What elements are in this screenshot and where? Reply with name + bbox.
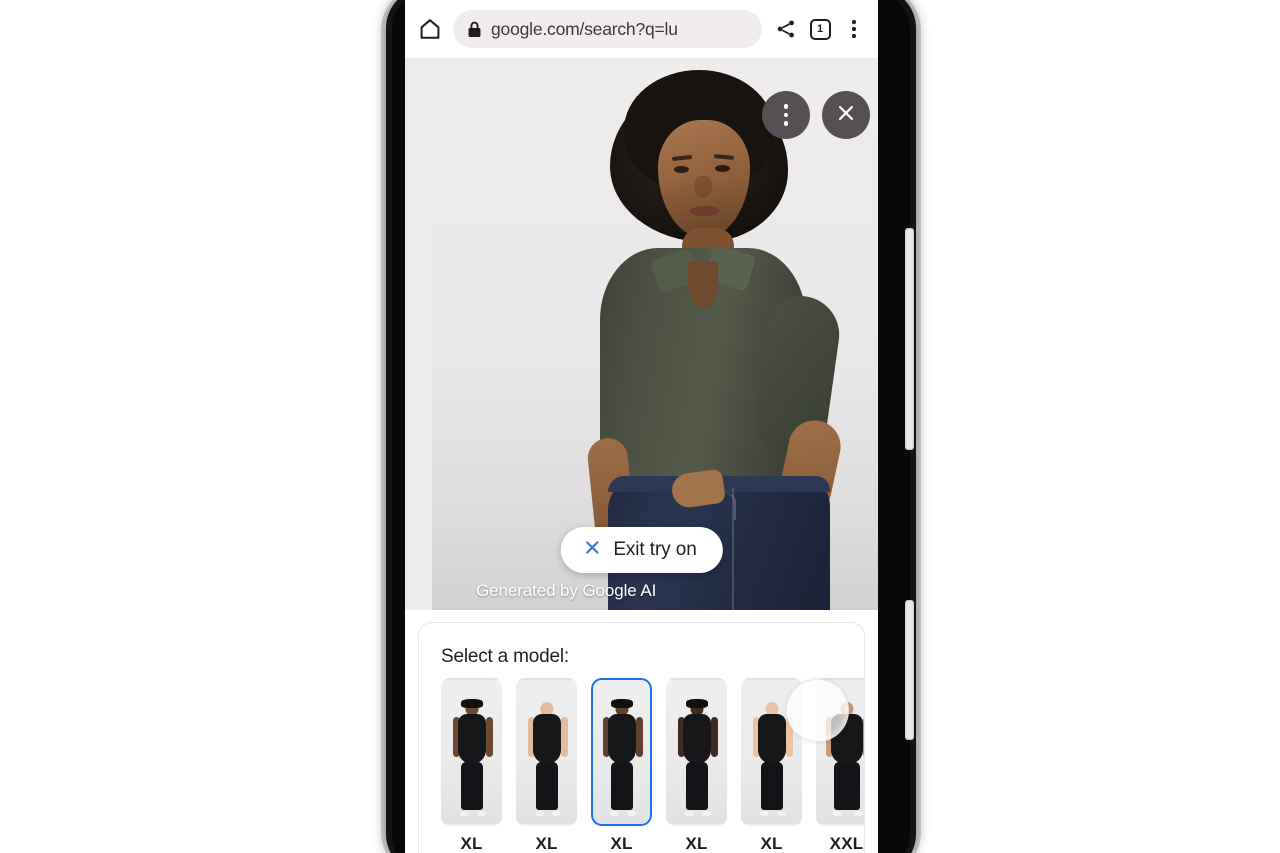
phone-screen: google.com/search?q=lu 1 Generated by Go…: [405, 0, 878, 853]
model-size-label: XL: [535, 834, 558, 853]
exit-try-on-button[interactable]: Exit try on: [560, 527, 723, 573]
close-x-icon: [582, 538, 601, 562]
tryon-viewer: Generated by Google AI Exit try on: [405, 58, 878, 610]
model-thumbnail-1[interactable]: XL: [516, 678, 577, 853]
phone-volume-button[interactable]: [905, 228, 914, 450]
model-thumbnail-3[interactable]: XL: [666, 678, 727, 853]
kebab-menu-icon: [852, 19, 856, 39]
model-thumbnail-image: [441, 678, 502, 826]
model-size-label: XL: [760, 834, 783, 853]
mannequin-figure: [443, 680, 500, 824]
tab-switcher-button[interactable]: 1: [806, 14, 834, 44]
model-picker-card: Select a model: XL XL XL XL XL XXL: [418, 622, 865, 853]
phone-power-button[interactable]: [905, 600, 914, 740]
model-size-label: XL: [685, 834, 708, 853]
model-thumbnail-2[interactable]: XL: [591, 678, 652, 853]
tryon-close-button[interactable]: [822, 91, 870, 139]
mannequin-figure: [668, 680, 725, 824]
mannequin-figure: [518, 680, 575, 824]
model-picker-title: Select a model:: [441, 646, 569, 667]
model-size-label: XL: [610, 834, 633, 853]
mannequin-figure: [593, 680, 650, 824]
ai-watermark: Generated by Google AI: [476, 581, 657, 600]
omnibox[interactable]: google.com/search?q=lu: [453, 10, 762, 48]
tab-count-label: 1: [809, 18, 831, 40]
browser-toolbar: google.com/search?q=lu 1: [405, 0, 878, 58]
close-icon: [835, 102, 857, 129]
exit-try-on-label: Exit try on: [613, 539, 697, 560]
model-size-label: XXL: [829, 834, 864, 853]
model-thumbnail-image: [666, 678, 727, 826]
kebab-menu-icon: [783, 102, 789, 128]
screenshot-stage: google.com/search?q=lu 1 Generated by Go…: [0, 0, 1280, 853]
browser-menu-button[interactable]: [840, 14, 868, 44]
home-icon[interactable]: [415, 14, 445, 44]
model-size-label: XL: [460, 834, 483, 853]
lock-icon: [467, 21, 482, 38]
model-thumbnail-0[interactable]: XL: [441, 678, 502, 853]
url-text: google.com/search?q=lu: [491, 18, 678, 39]
touch-cursor-indicator: [786, 679, 849, 742]
model-thumbnail-image: [516, 678, 577, 826]
share-icon[interactable]: [772, 14, 800, 44]
tryon-more-options-button[interactable]: [762, 91, 810, 139]
model-thumbnail-image: [591, 678, 652, 826]
